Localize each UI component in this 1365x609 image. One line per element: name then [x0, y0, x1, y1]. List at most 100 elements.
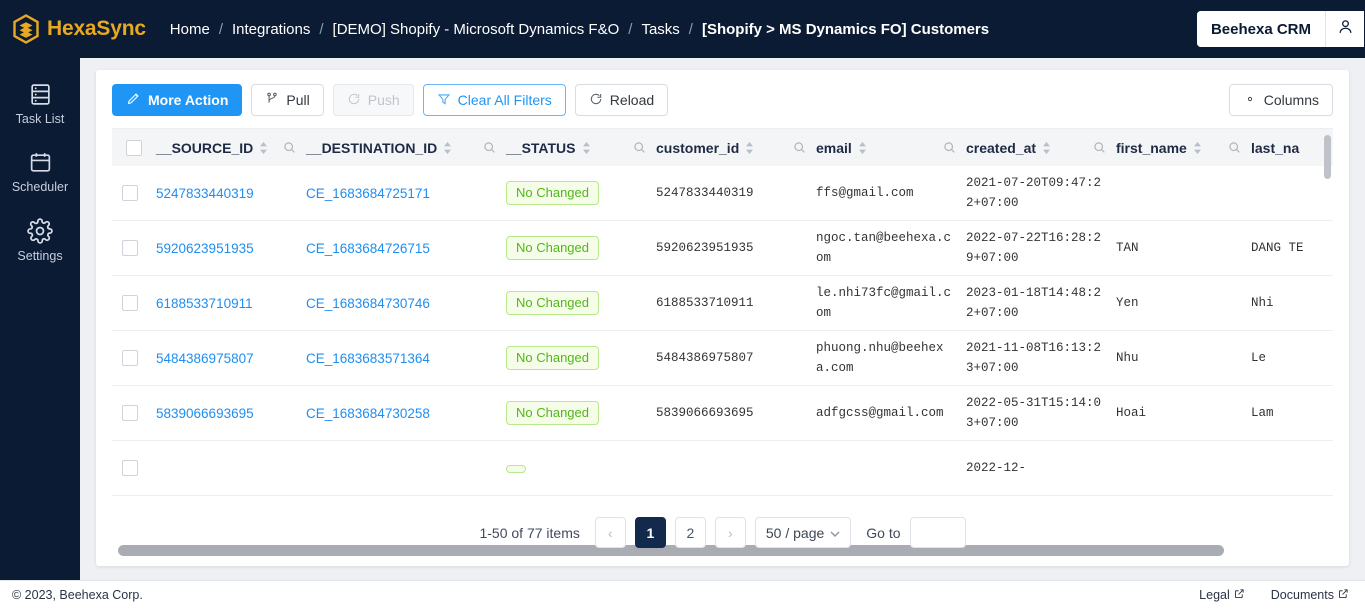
cell-source-id[interactable]: 6188533710911: [156, 296, 306, 311]
row-checkbox[interactable]: [122, 460, 138, 476]
cell-created-at: 2021-07-20T09:47:22+07:00: [966, 176, 1102, 210]
column-header-destination-id[interactable]: __DESTINATION_ID: [306, 129, 506, 166]
sort-icon[interactable]: [1042, 141, 1051, 154]
columns-label: Columns: [1263, 92, 1319, 108]
table-row[interactable]: 5920623951935 CE_1683684726715 No Change…: [112, 221, 1333, 276]
row-checkbox[interactable]: [122, 350, 138, 366]
account-switcher[interactable]: Beehexa CRM: [1195, 10, 1365, 48]
pagination-page-1[interactable]: 1: [634, 517, 666, 548]
column-header-first-name[interactable]: first_name: [1116, 129, 1251, 166]
vertical-scrollbar[interactable]: [1324, 135, 1331, 179]
table-row[interactable]: 5484386975807 CE_1683683571364 No Change…: [112, 331, 1333, 386]
reload-label: Reload: [609, 92, 655, 108]
column-header-status[interactable]: __STATUS: [506, 129, 656, 166]
breadcrumb-item-project[interactable]: [DEMO] Shopify - Microsoft Dynamics F&O: [333, 21, 620, 38]
sidebar-item-scheduler[interactable]: Scheduler: [0, 140, 80, 208]
page-size-select[interactable]: 50 / page: [754, 517, 852, 548]
search-icon[interactable]: [1228, 141, 1241, 154]
goto-label: Go to: [866, 524, 901, 541]
status-badge: No Changed: [506, 401, 599, 425]
cell-destination-id[interactable]: CE_1683684725171: [306, 186, 506, 201]
cell-last-name: DANG TE: [1251, 241, 1304, 255]
footer-copyright: © 2023, Beehexa Corp.: [12, 588, 143, 602]
breadcrumb-item-integrations[interactable]: Integrations: [232, 21, 310, 38]
sort-icon[interactable]: [858, 141, 867, 154]
refresh-icon: [347, 92, 361, 109]
pagination-next-button[interactable]: ›: [714, 517, 746, 548]
pagination-prev-button[interactable]: ‹: [594, 517, 626, 548]
table-body: 5247833440319 CE_1683684725171 No Change…: [112, 166, 1333, 556]
cell-destination-id[interactable]: CE_1683683571364: [306, 351, 506, 366]
columns-button[interactable]: Columns: [1228, 84, 1333, 116]
footer-link-documents[interactable]: Documents: [1271, 588, 1349, 602]
select-all-checkbox[interactable]: [126, 139, 142, 156]
cell-status: No Changed: [506, 236, 656, 260]
cell-created-at: 2022-05-31T15:14:03+07:00: [966, 396, 1102, 430]
cell-last-name: Le: [1251, 351, 1267, 365]
cell-customer-id: 5484386975807: [656, 351, 754, 365]
footer-link-label: Documents: [1270, 588, 1334, 602]
sidebar-item-settings[interactable]: Settings: [0, 208, 80, 277]
sidebar-item-label: Settings: [17, 249, 63, 263]
cell-email: adfgcss@gmail.com: [816, 406, 944, 420]
sort-icon[interactable]: [745, 141, 754, 154]
search-icon[interactable]: [943, 141, 956, 154]
clear-all-filters-button[interactable]: Clear All Filters: [422, 84, 566, 116]
hexagon-layers-icon: [12, 14, 40, 44]
search-icon[interactable]: [793, 141, 806, 154]
search-icon[interactable]: [283, 141, 296, 154]
calendar-icon: [28, 150, 53, 175]
column-header-email[interactable]: email: [816, 129, 966, 166]
column-header-created-at[interactable]: created_at: [966, 129, 1116, 166]
table-row[interactable]: 6188533710911 CE_1683684730746 No Change…: [112, 276, 1333, 331]
cell-destination-id[interactable]: CE_1683684730746: [306, 296, 506, 311]
column-header-customer-id[interactable]: customer_id: [656, 129, 816, 166]
table-row[interactable]: 5247833440319 CE_1683684725171 No Change…: [112, 166, 1333, 221]
data-card: More Action Pull Push Clear All Filters …: [96, 70, 1349, 566]
row-checkbox[interactable]: [122, 295, 138, 311]
sort-icon[interactable]: [259, 141, 268, 154]
reload-button[interactable]: Reload: [574, 84, 669, 116]
breadcrumb-item-tasks[interactable]: Tasks: [641, 21, 679, 38]
cell-source-id[interactable]: 5920623951935: [156, 241, 306, 256]
brand-logo[interactable]: HexaSync: [0, 14, 146, 44]
search-icon[interactable]: [483, 141, 496, 154]
cell-destination-id[interactable]: CE_1683684726715: [306, 241, 506, 256]
pagination: 1-50 of 77 items ‹ 1 2 › 50 / page Go to: [96, 517, 1349, 548]
cell-source-id[interactable]: 5839066693695: [156, 406, 306, 421]
pen-icon: [126, 91, 141, 109]
status-badge: No Changed: [506, 346, 599, 370]
more-action-button[interactable]: More Action: [112, 84, 243, 116]
reload-icon: [589, 92, 603, 109]
cell-status: No Changed: [506, 291, 656, 315]
data-table: __SOURCE_ID __DESTINATION_ID __STATUS cu…: [112, 128, 1333, 556]
search-icon[interactable]: [633, 141, 646, 154]
sidebar-item-task-list[interactable]: Task List: [0, 72, 80, 140]
cell-destination-id[interactable]: CE_1683684730258: [306, 406, 506, 421]
user-icon: [1337, 18, 1354, 40]
pull-button[interactable]: Pull: [251, 84, 324, 116]
row-checkbox[interactable]: [122, 185, 138, 201]
row-checkbox[interactable]: [122, 240, 138, 256]
sort-icon[interactable]: [582, 141, 591, 154]
search-icon[interactable]: [1093, 141, 1106, 154]
sort-icon[interactable]: [443, 141, 452, 154]
pagination-page-2[interactable]: 2: [674, 517, 706, 548]
account-name[interactable]: Beehexa CRM: [1196, 11, 1326, 47]
column-header-last-name[interactable]: last_na: [1251, 129, 1333, 166]
avatar[interactable]: [1326, 11, 1364, 47]
cell-source-id[interactable]: 5247833440319: [156, 186, 306, 201]
row-checkbox[interactable]: [122, 405, 138, 421]
branch-icon: [265, 91, 279, 109]
footer-link-legal[interactable]: Legal: [1199, 588, 1245, 602]
cell-status: No Changed: [506, 346, 656, 370]
cell-created-at: 2023-01-18T14:48:22+07:00: [966, 286, 1102, 320]
column-header-source-id[interactable]: __SOURCE_ID: [156, 129, 306, 166]
cell-source-id[interactable]: 5484386975807: [156, 351, 306, 366]
sort-icon[interactable]: [1193, 141, 1202, 154]
breadcrumb-item-home[interactable]: Home: [170, 21, 210, 38]
table-row-partial[interactable]: 2022-12-: [112, 441, 1333, 496]
sidebar-item-label: Scheduler: [11, 180, 69, 194]
goto-input[interactable]: [909, 517, 966, 548]
table-row[interactable]: 5839066693695 CE_1683684730258 No Change…: [112, 386, 1333, 441]
